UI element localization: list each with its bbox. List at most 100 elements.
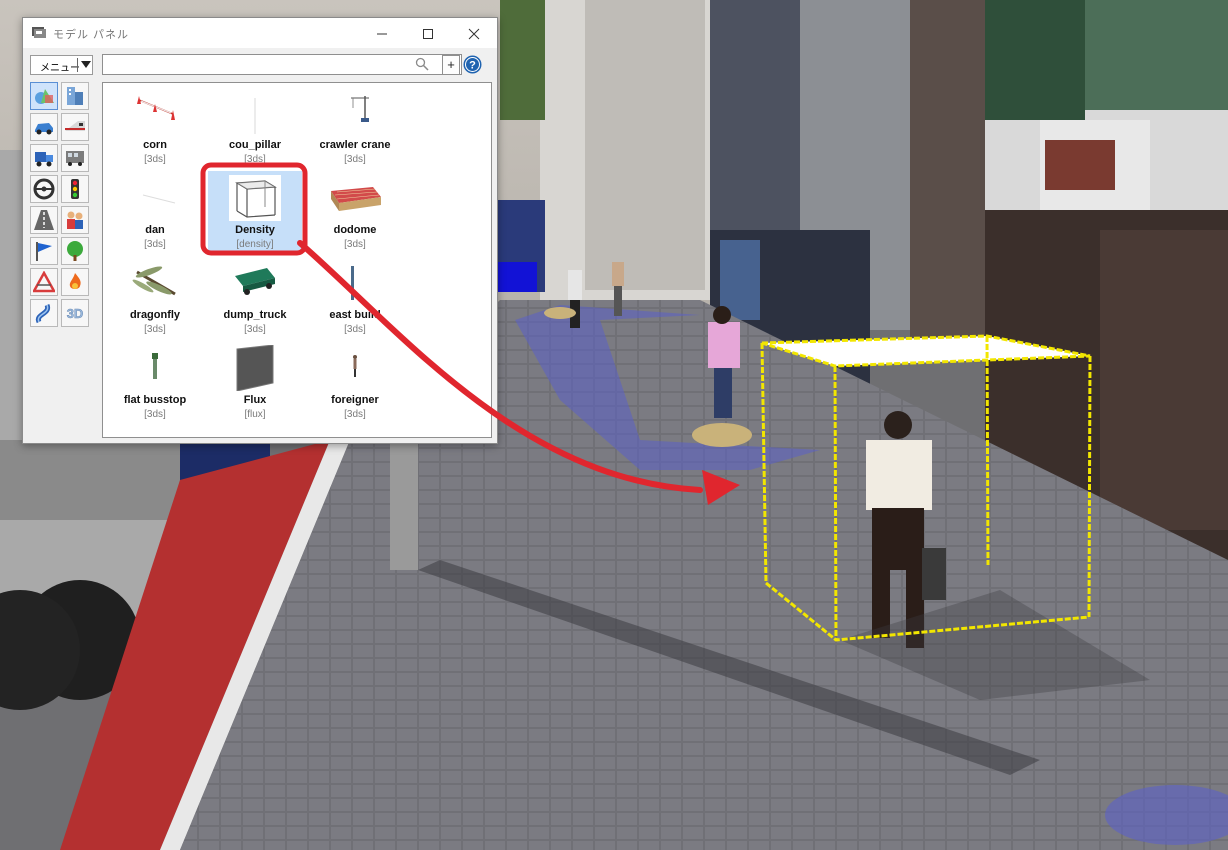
model-format: [flux] [244, 409, 266, 420]
model-format: [3ds] [144, 239, 166, 250]
truck-icon [35, 152, 53, 167]
model-name: east build [329, 309, 381, 321]
pillar-icon [254, 98, 256, 134]
model-panel-window: モデル パネル メニュー + ? 3D corn [3ds] cou_pilla… [22, 17, 498, 444]
model-item-flux[interactable]: Flux [flux] [203, 341, 299, 426]
close-icon [468, 28, 480, 40]
car-icon [35, 123, 53, 135]
model-name: cou_pillar [229, 139, 281, 151]
model-format: [3ds] [144, 154, 166, 165]
minimize-button[interactable] [359, 18, 405, 48]
road-icon [34, 210, 54, 230]
model-format: [3ds] [144, 409, 166, 420]
category-signals[interactable] [61, 175, 89, 203]
menu-label: メニュー [40, 63, 80, 74]
category-driving[interactable] [30, 175, 58, 203]
model-format: [3ds] [344, 239, 366, 250]
model-item-dan[interactable]: dan [3ds] [103, 171, 199, 256]
model-name: Density [235, 224, 275, 236]
model-item-dodome[interactable]: dodome [3ds] [303, 171, 399, 256]
category-effects[interactable] [61, 268, 89, 296]
model-item-foreigner[interactable]: foreigner [3ds] [303, 341, 399, 426]
person-icon [353, 355, 357, 377]
model-format: [3ds] [344, 154, 366, 165]
category-roads[interactable] [30, 206, 58, 234]
flux-icon [236, 345, 274, 391]
model-format: [3ds] [244, 324, 266, 335]
category-buildings[interactable] [61, 82, 89, 110]
window-title: モデル パネル [53, 29, 130, 41]
help-label: ? [469, 60, 476, 72]
menu-dropdown-button[interactable]: メニュー [30, 55, 93, 75]
density-box-icon [229, 175, 281, 221]
buildings-icon [67, 87, 83, 105]
train-icon [65, 121, 85, 131]
model-format: [density] [236, 239, 274, 250]
category-road-signs[interactable] [30, 268, 58, 296]
category-trucks[interactable] [30, 144, 58, 172]
people-icon [67, 211, 83, 229]
cone-icon [137, 96, 175, 120]
model-item-cou-pillar[interactable]: cou_pillar [3ds] [203, 86, 299, 171]
dodome-icon [331, 187, 381, 211]
dump-truck-icon [235, 268, 275, 295]
dan-icon [142, 194, 176, 204]
maximize-button[interactable] [405, 18, 451, 48]
crane-icon [351, 96, 369, 122]
shapes-icon [35, 89, 54, 104]
category-3d-text[interactable]: 3D [61, 299, 89, 327]
model-name: dan [145, 224, 165, 236]
bus-icon [66, 151, 84, 166]
model-name: flat busstop [123, 394, 187, 406]
title-bar[interactable]: モデル パネル [23, 18, 497, 48]
menu-separator [77, 58, 78, 72]
add-model-button[interactable]: + [442, 55, 460, 75]
model-name: corn [143, 139, 167, 151]
model-item-corn[interactable]: corn [3ds] [103, 86, 199, 171]
model-name: dump_truck [223, 309, 287, 321]
3d-text-icon: 3D [66, 306, 84, 322]
model-name: Flux [243, 394, 267, 406]
model-item-dragonfly[interactable]: dragonfly [3ds] [103, 256, 199, 341]
search-input[interactable] [102, 54, 462, 75]
category-flags[interactable] [30, 237, 58, 265]
flag-icon [36, 242, 52, 261]
category-curves[interactable] [30, 299, 58, 327]
maximize-icon [423, 29, 433, 40]
category-buses[interactable] [61, 144, 89, 172]
model-name: dragonfly [129, 309, 181, 321]
model-name: crawler crane [319, 139, 391, 151]
category-people[interactable] [61, 206, 89, 234]
category-shapes[interactable] [30, 82, 58, 110]
model-item-flat-busstop[interactable]: flat busstop [3ds] [103, 341, 199, 426]
model-name: foreigner [331, 394, 379, 406]
category-trees[interactable] [61, 237, 89, 265]
road-sign-icon [33, 271, 55, 293]
model-item-density[interactable]: Density [density] [203, 171, 302, 256]
help-icon[interactable]: ? [463, 55, 482, 74]
fire-icon [69, 273, 81, 289]
model-format: [3ds] [144, 324, 166, 335]
model-format: [3ds] [344, 409, 366, 420]
svg-text:3D: 3D [67, 306, 84, 321]
search-icon[interactable] [415, 57, 429, 71]
app-logo-icon [32, 27, 46, 38]
model-item-dump-truck[interactable]: dump_truck [3ds] [203, 256, 299, 341]
busstop-icon [152, 353, 158, 379]
model-grid: corn [3ds] cou_pillar [3ds] crawler cran… [102, 82, 492, 438]
category-trains[interactable] [61, 113, 89, 141]
model-item-crawler-crane[interactable]: crawler crane [3ds] [303, 86, 399, 171]
east-build-icon [351, 266, 354, 300]
tree-icon [67, 241, 83, 261]
minimize-icon [377, 33, 387, 35]
curve-icon [35, 303, 51, 324]
category-cars[interactable] [30, 113, 58, 141]
steering-wheel-icon [33, 178, 55, 200]
dragonfly-icon [132, 266, 176, 296]
close-button[interactable] [451, 18, 497, 48]
dropdown-arrow-icon [81, 61, 91, 68]
traffic-light-icon [71, 179, 79, 199]
model-format: [3ds] [244, 154, 266, 165]
model-item-east-build[interactable]: east build [3ds] [303, 256, 399, 341]
model-name: dodome [333, 224, 377, 236]
